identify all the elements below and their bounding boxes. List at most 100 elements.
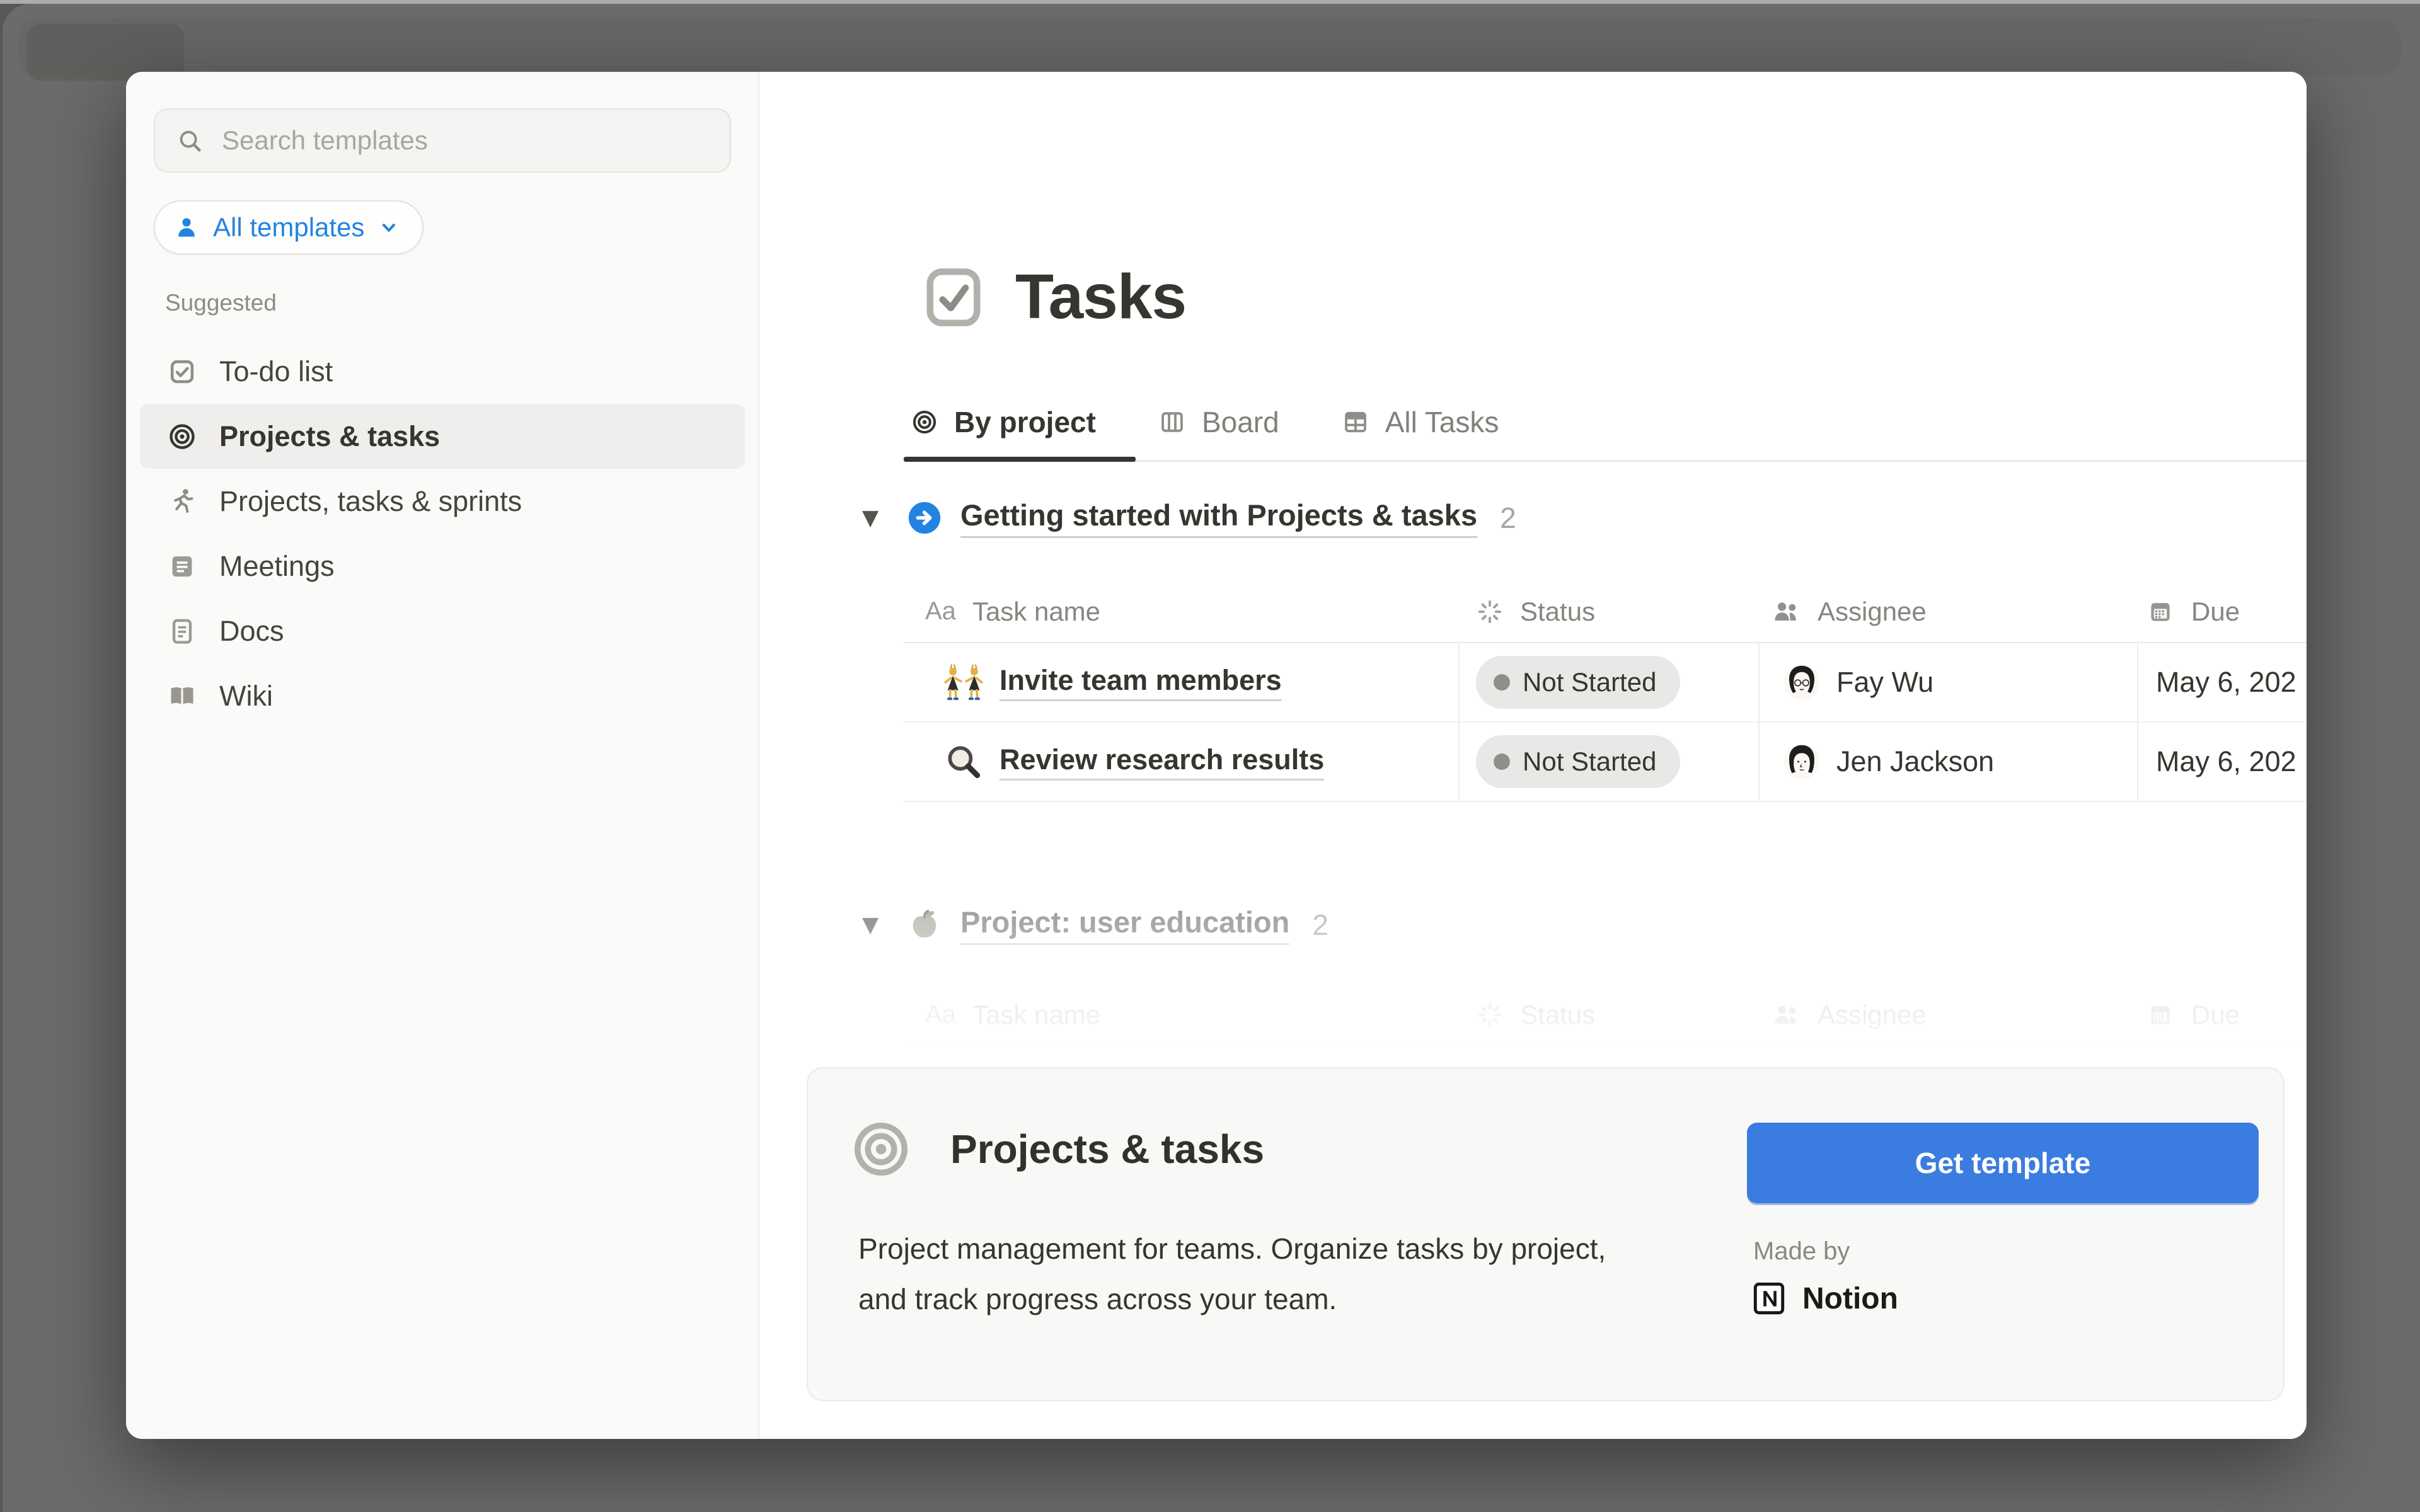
- avatar: [1783, 664, 1820, 701]
- sidebar-item-label: Projects & tasks: [219, 420, 440, 453]
- collapse-triangle-icon[interactable]: ▼: [862, 505, 906, 530]
- search-icon: [174, 126, 205, 155]
- tab-by-project[interactable]: By project: [904, 405, 1102, 439]
- due-cell[interactable]: May 6, 202: [2137, 745, 2307, 778]
- notion-logo-icon: [1749, 1279, 1789, 1318]
- column-header-assignee[interactable]: Assignee: [1758, 1000, 2137, 1030]
- sidebar-item-label: Wiki: [219, 680, 273, 713]
- due-date: May 6, 202: [2156, 666, 2296, 699]
- search-templates-field[interactable]: [154, 108, 731, 173]
- table-grid-icon: [1341, 408, 1370, 437]
- people-icon: [1771, 1000, 1801, 1030]
- group-header-user-education: ▼ Project: user education 2: [862, 905, 1328, 945]
- todo-checkbox-icon: [166, 356, 198, 387]
- checkbox-page-icon: [921, 265, 986, 330]
- sidebar-item-label: To-do list: [219, 355, 333, 388]
- template-gallery-modal: All templates Suggested To-do list Proje…: [126, 72, 2307, 1439]
- magnifier-icon: [944, 742, 983, 781]
- text-type-icon: Aa: [925, 1000, 956, 1029]
- column-header-due[interactable]: Due: [2137, 1000, 2307, 1030]
- task-name-link[interactable]: Review research results: [1000, 743, 1324, 781]
- board-columns-icon: [1158, 408, 1187, 437]
- avatar-fay-wu: [1783, 664, 1820, 701]
- all-templates-filter-button[interactable]: All templates: [154, 200, 424, 255]
- column-header-status[interactable]: Status: [1458, 1000, 1758, 1030]
- tab-label: By project: [954, 405, 1096, 439]
- people-icon: [1771, 597, 1801, 627]
- page-title: Tasks: [1015, 261, 1186, 333]
- column-header-task-name[interactable]: Aa Task name: [904, 597, 1458, 627]
- template-preview-pane: Tasks By project Board All Tasks: [759, 72, 2307, 1439]
- table-body: Invite team members Not Started Fay Wu: [904, 643, 2307, 802]
- column-label: Status: [1520, 597, 1595, 627]
- task-name-link[interactable]: Invite team members: [1000, 664, 1282, 701]
- chevron-down-icon: [377, 215, 401, 239]
- table-header-row: Aa Task name Status Assignee Due: [904, 581, 2307, 643]
- due-date: May 6, 202: [2156, 745, 2296, 778]
- status-spinner-icon: [1476, 1001, 1504, 1029]
- sidebar-item-label: Docs: [219, 615, 284, 648]
- search-input[interactable]: [222, 125, 711, 156]
- sidebar-item-projects-tasks-sprints[interactable]: Projects, tasks & sprints: [140, 469, 745, 534]
- document-icon: [166, 616, 198, 647]
- sidebar-item-label: Projects, tasks & sprints: [219, 485, 522, 518]
- calendar-icon: [2146, 1000, 2175, 1029]
- card-title: Projects & tasks: [950, 1126, 1264, 1172]
- sidebar-item-docs[interactable]: Docs: [140, 598, 745, 663]
- column-divider: [1458, 643, 1460, 802]
- card-title-row: Projects & tasks: [848, 1116, 1264, 1182]
- task-name-cell[interactable]: Invite team members: [904, 663, 1458, 702]
- assignee-cell[interactable]: Jen Jackson: [1758, 743, 2137, 780]
- column-label: Status: [1520, 1000, 1595, 1030]
- status-dot-icon: [1494, 674, 1510, 690]
- group-count: 2: [1312, 908, 1328, 942]
- sidebar-item-todo-list[interactable]: To-do list: [140, 339, 745, 404]
- get-template-button[interactable]: Get template: [1747, 1123, 2259, 1203]
- group-title-link[interactable]: Project: user education: [960, 905, 1289, 945]
- sidebar-item-wiki[interactable]: Wiki: [140, 663, 745, 728]
- status-text: Not Started: [1523, 747, 1656, 777]
- screen: All templates Suggested To-do list Proje…: [0, 0, 2420, 1512]
- table-row[interactable]: Invite team members Not Started Fay Wu: [904, 643, 2307, 723]
- assignee-cell[interactable]: Fay Wu: [1758, 664, 2137, 701]
- status-text: Not Started: [1523, 667, 1656, 697]
- tab-board[interactable]: Board: [1151, 405, 1286, 439]
- status-cell[interactable]: Not Started: [1458, 656, 1758, 709]
- table-row[interactable]: Review research results Not Started Jen …: [904, 723, 2307, 802]
- browser-tab-strip: [19, 18, 2401, 76]
- apple-icon: [906, 907, 943, 943]
- sidebar-item-meetings[interactable]: Meetings: [140, 534, 745, 598]
- template-sidebar: All templates Suggested To-do list Proje…: [126, 72, 759, 1439]
- column-header-due[interactable]: Due: [2137, 597, 2307, 627]
- calendar-icon: [2146, 597, 2175, 626]
- column-header-status[interactable]: Status: [1458, 597, 1758, 627]
- sprint-runner-icon: [166, 486, 198, 517]
- tab-all-tasks[interactable]: All Tasks: [1335, 405, 1506, 439]
- collapse-triangle-icon[interactable]: ▼: [862, 912, 906, 937]
- column-header-task-name[interactable]: Aa Task name: [904, 1000, 1458, 1030]
- meeting-note-icon: [166, 551, 198, 582]
- column-header-assignee[interactable]: Assignee: [1758, 597, 2137, 627]
- column-label: Due: [2191, 1000, 2240, 1030]
- maker-name: Notion: [1802, 1281, 1898, 1316]
- due-cell[interactable]: May 6, 202: [2137, 666, 2307, 699]
- tab-label: All Tasks: [1385, 405, 1499, 439]
- column-label: Task name: [972, 1000, 1100, 1030]
- sidebar-item-projects-tasks[interactable]: Projects & tasks: [140, 404, 745, 469]
- book-icon: [166, 680, 198, 712]
- avatar-jen-jackson: [1783, 743, 1820, 780]
- made-by-label: Made by: [1753, 1237, 1850, 1266]
- task-name-cell[interactable]: Review research results: [904, 742, 1458, 781]
- status-cell[interactable]: Not Started: [1458, 735, 1758, 788]
- card-description: Project management for teams. Organize t…: [858, 1223, 1652, 1324]
- status-badge: Not Started: [1476, 656, 1680, 709]
- blue-circle-arrow-icon: [906, 500, 943, 536]
- group-count: 2: [1500, 501, 1516, 535]
- template-info-card: Projects & tasks Project management for …: [807, 1067, 2285, 1401]
- group-title-link[interactable]: Getting started with Projects & tasks: [960, 498, 1477, 538]
- assignee-name: Fay Wu: [1836, 666, 1933, 699]
- status-dot-icon: [1494, 753, 1510, 770]
- column-label: Assignee: [1818, 597, 1927, 627]
- maker-row: Notion: [1749, 1279, 1898, 1318]
- group-header-getting-started: ▼ Getting started with Projects & tasks …: [862, 498, 1516, 538]
